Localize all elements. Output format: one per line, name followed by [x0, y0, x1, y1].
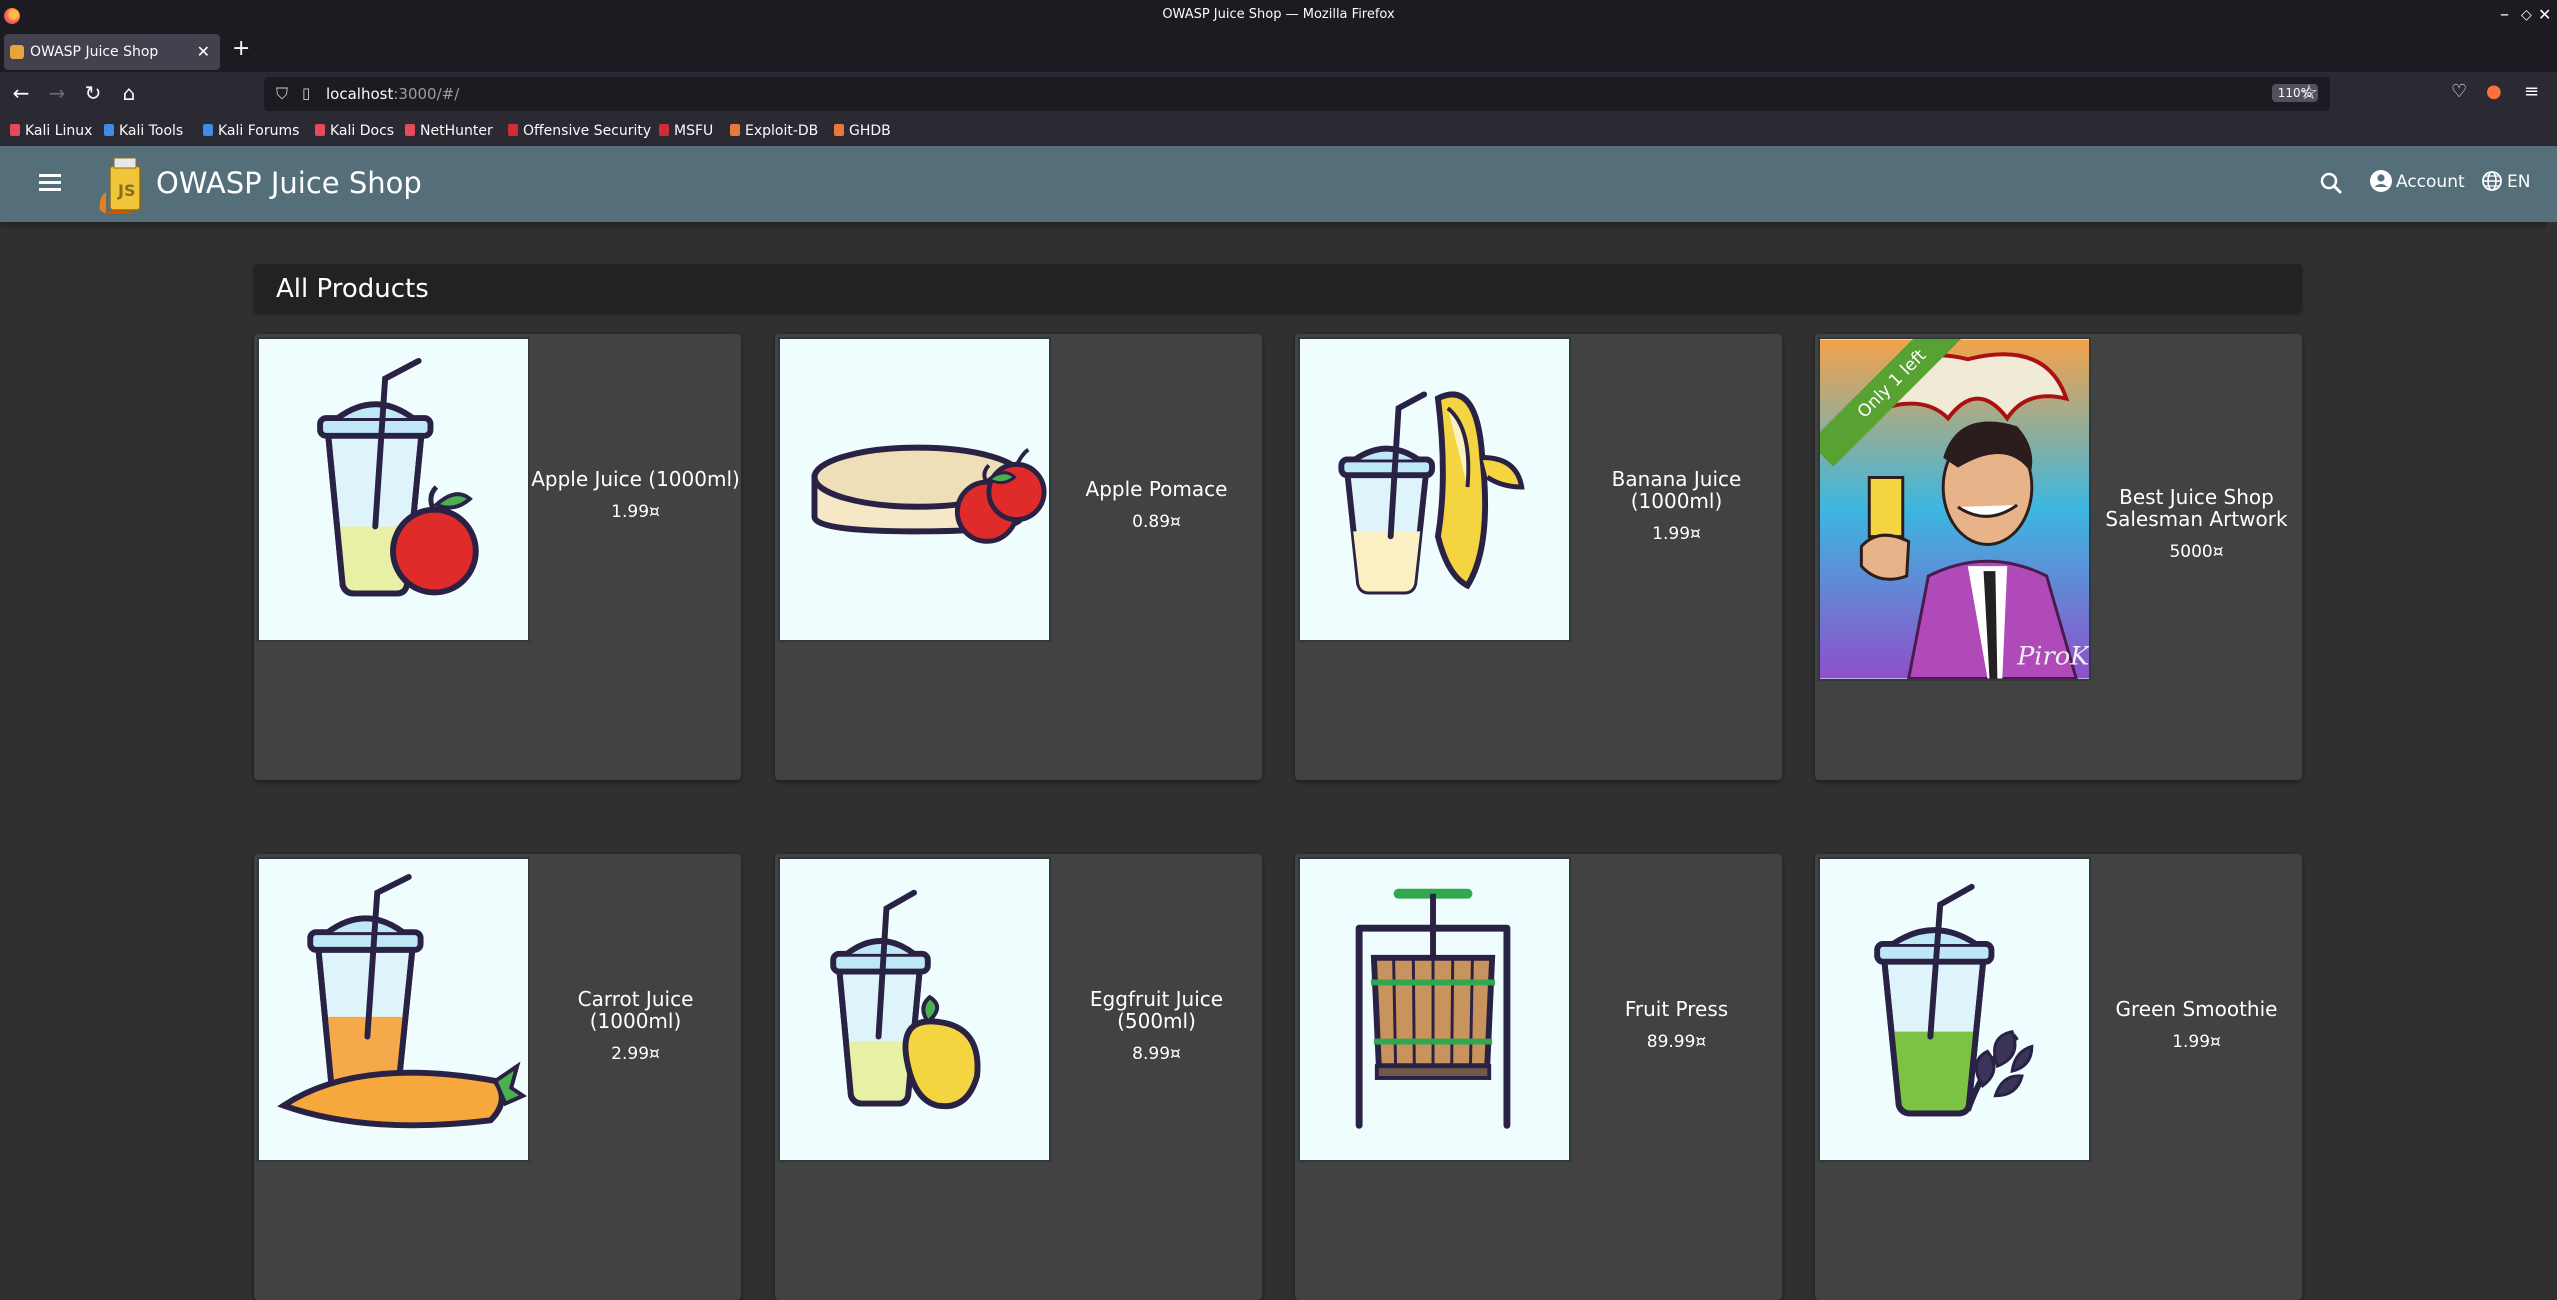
exploit-db-icon	[730, 124, 740, 136]
bookmark-msfu[interactable]: MSFU	[659, 123, 713, 139]
product-card-eggfruit-juice[interactable]: Eggfruit Juice (500ml) 8.99¤	[775, 854, 1262, 1300]
kali-tools-icon	[104, 124, 114, 136]
green-smoothie-icon[interactable]	[1818, 857, 2091, 1162]
bookmark-kali-tools[interactable]: Kali Tools	[104, 123, 183, 139]
close-window-icon[interactable]: ✕	[2538, 5, 2551, 24]
bookmark-offensive-security[interactable]: Offensive Security	[508, 123, 651, 139]
svg-text:PiroKat: PiroKat	[2016, 642, 2089, 672]
bookmark-exploit-db[interactable]: Exploit-DB	[730, 123, 818, 139]
app-toolbar: JS OWASP Juice Shop Account EN	[0, 146, 2557, 222]
nethunter-icon	[405, 124, 415, 136]
msfu-icon	[659, 124, 669, 136]
fruit-press-icon[interactable]	[1298, 857, 1571, 1162]
forward-arrow-icon[interactable]: →	[44, 81, 70, 105]
window-titlebar: OWASP Juice Shop — Mozilla Firefox – ◇ ✕	[0, 0, 2557, 32]
product-card-salesman-artwork[interactable]: PiroKat Only 1 left Best Juice Shop Sale…	[1815, 334, 2302, 780]
bookmark-kali-forums[interactable]: Kali Forums	[203, 123, 299, 139]
product-card-carrot-juice[interactable]: Carrot Juice (1000ml) 2.99¤	[254, 854, 741, 1300]
product-price: 1.99¤	[611, 502, 660, 522]
product-info[interactable]: Fruit Press 89.99¤	[1571, 998, 1782, 1052]
section-title: All Products	[276, 274, 429, 304]
svg-text:JS: JS	[117, 181, 135, 200]
maximize-icon[interactable]: ◇	[2521, 7, 2532, 23]
bookmark-kali-docs[interactable]: Kali Docs	[315, 123, 394, 139]
juice-shop-logo-icon[interactable]: JS	[96, 152, 150, 216]
kali-forums-icon	[203, 124, 213, 136]
kali-docs-icon	[315, 124, 325, 136]
product-price: 89.99¤	[1646, 1032, 1707, 1052]
page-info-icon[interactable]: ▯	[302, 84, 310, 102]
bookmark-star-icon[interactable]: ☆	[2300, 80, 2318, 104]
product-name: Best Juice Shop Salesman Artwork	[2105, 485, 2288, 531]
app-menu-icon[interactable]: ≡	[2524, 81, 2539, 102]
kali-dragon-icon	[10, 124, 20, 136]
product-price: 8.99¤	[1132, 1044, 1181, 1064]
product-info[interactable]: Carrot Juice (1000ml) 2.99¤	[530, 988, 741, 1064]
globe-icon	[2481, 170, 2503, 192]
product-info[interactable]: Banana Juice (1000ml) 1.99¤	[1571, 468, 1782, 544]
product-price: 1.99¤	[2172, 1032, 2221, 1052]
pocket-icon[interactable]: ♡	[2451, 81, 2467, 102]
tracking-protection-shield-icon[interactable]: ⛉	[276, 84, 288, 104]
apple-pomace-icon[interactable]	[778, 337, 1051, 642]
product-info[interactable]: Best Juice Shop Salesman Artwork 5000¤	[2091, 486, 2302, 562]
tab-juice-shop[interactable]: OWASP Juice Shop ✕	[4, 34, 220, 70]
bookmark-kali-linux[interactable]: Kali Linux	[10, 123, 92, 139]
language-button[interactable]: EN	[2481, 170, 2530, 192]
app-title[interactable]: OWASP Juice Shop	[156, 166, 422, 200]
product-name: Banana Juice (1000ml)	[1611, 467, 1742, 513]
url-bar[interactable]: ⛉ ▯ localhost:3000/#/ 110%	[264, 77, 2330, 111]
product-price: 5000¤	[2169, 542, 2224, 562]
new-tab-plus-icon[interactable]: +	[232, 36, 250, 61]
bookmarks-toolbar: Kali Linux Kali Tools Kali Forums Kali D…	[0, 116, 2557, 146]
product-name: Carrot Juice (1000ml)	[577, 987, 694, 1033]
product-price: 2.99¤	[611, 1044, 660, 1064]
product-name: Apple Juice (1000ml)	[531, 467, 740, 491]
product-price: 1.99¤	[1652, 524, 1701, 544]
product-card-green-smoothie[interactable]: Green Smoothie 1.99¤	[1815, 854, 2302, 1300]
product-info[interactable]: Apple Juice (1000ml) 1.99¤	[530, 468, 741, 522]
back-arrow-icon[interactable]: ←	[8, 81, 34, 105]
bookmark-ghdb[interactable]: GHDB	[834, 123, 891, 139]
product-name: Eggfruit Juice (500ml)	[1089, 987, 1224, 1033]
hamburger-menu-icon[interactable]	[36, 170, 64, 198]
salesman-artwork-icon[interactable]: PiroKat Only 1 left	[1818, 337, 2091, 681]
product-info[interactable]: Apple Pomace 0.89¤	[1051, 478, 1262, 532]
offsec-icon	[508, 124, 518, 136]
tab-strip: OWASP Juice Shop ✕	[0, 32, 2557, 72]
product-card-apple-pomace[interactable]: Apple Pomace 0.89¤	[775, 334, 1262, 780]
product-name: Fruit Press	[1624, 997, 1729, 1021]
account-button[interactable]: Account	[2370, 170, 2465, 192]
window-title: OWASP Juice Shop — Mozilla Firefox	[1162, 7, 1395, 22]
tab-title: OWASP Juice Shop	[30, 44, 159, 60]
product-name: Green Smoothie	[2115, 997, 2278, 1021]
minimize-icon[interactable]: –	[2500, 4, 2509, 25]
page-scrollbar[interactable]	[2547, 222, 2557, 1299]
product-card-banana-juice[interactable]: Banana Juice (1000ml) 1.99¤	[1295, 334, 1782, 780]
product-price: 0.89¤	[1132, 512, 1181, 532]
all-products-header: All Products	[254, 264, 2302, 312]
ghdb-icon	[834, 124, 844, 136]
firefox-account-icon[interactable]: ●	[2486, 81, 2502, 102]
carrot-juice-icon[interactable]	[257, 857, 530, 1162]
language-label: EN	[2507, 172, 2531, 192]
reload-icon[interactable]: ↻	[80, 81, 106, 105]
home-icon[interactable]: ⌂	[116, 81, 142, 105]
account-label: Account	[2396, 172, 2465, 192]
product-card-apple-juice[interactable]: Apple Juice (1000ml) 1.99¤	[254, 334, 741, 780]
juice-shop-favicon-icon	[10, 45, 24, 59]
product-name: Apple Pomace	[1085, 477, 1228, 501]
product-info[interactable]: Green Smoothie 1.99¤	[2091, 998, 2302, 1052]
banana-juice-icon[interactable]	[1298, 337, 1571, 642]
search-icon[interactable]	[2316, 168, 2346, 198]
eggfruit-juice-icon[interactable]	[778, 857, 1051, 1162]
url-text[interactable]: localhost:3000/#/	[326, 85, 459, 103]
product-card-fruit-press[interactable]: Fruit Press 89.99¤	[1295, 854, 1782, 1300]
close-tab-icon[interactable]: ✕	[197, 42, 210, 61]
apple-juice-icon[interactable]	[257, 337, 530, 642]
navigation-bar: ← → ↻ ⌂ ⛉ ▯ localhost:3000/#/ 110%	[0, 72, 2557, 116]
bookmark-nethunter[interactable]: NetHunter	[405, 123, 493, 139]
account-circle-icon	[2370, 170, 2392, 192]
product-info[interactable]: Eggfruit Juice (500ml) 8.99¤	[1051, 988, 1262, 1064]
